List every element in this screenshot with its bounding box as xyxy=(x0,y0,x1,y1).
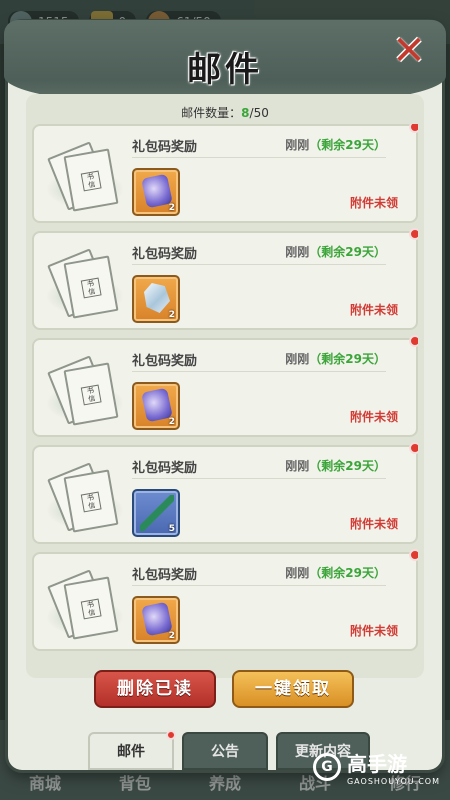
watermark-text: 高手游 xyxy=(346,752,407,776)
mail-remaining: （剩余29天） xyxy=(309,245,386,259)
attachment-slot[interactable]: 5 xyxy=(132,489,180,537)
unread-dot xyxy=(166,730,176,740)
attachment-slot[interactable]: 2 xyxy=(132,275,180,323)
attachment-qty: 2 xyxy=(168,203,175,213)
bg-nav-item: 商城 xyxy=(28,774,61,793)
unread-dot xyxy=(409,335,418,347)
mail-status: 附件未领 xyxy=(349,517,398,531)
attachment-qty: 5 xyxy=(168,524,175,534)
divider xyxy=(132,585,386,586)
unread-dot xyxy=(409,442,418,454)
mail-item[interactable]: 书信 礼包码奖励 刚刚（剩余29天） 2 附件未领 xyxy=(32,335,418,437)
watermark: G 高手游 GAOSHOUYOU.COM xyxy=(312,748,440,786)
bg-nav-item: 背包 xyxy=(118,774,151,793)
attachment-slot[interactable]: 2 xyxy=(132,596,180,644)
divider xyxy=(132,157,386,158)
mail-envelope-icon: 书信 xyxy=(46,140,126,212)
bg-nav-item: 养成 xyxy=(208,774,241,793)
mail-panel: 邮件 ✕ 邮件数量：8/50 书信 礼包码奖励 刚刚（剩余29天） 2 附件未领… xyxy=(4,20,446,770)
delete-read-button[interactable]: 删除已读 xyxy=(94,670,216,708)
mail-remaining: （剩余29天） xyxy=(309,352,386,366)
mail-remaining: （剩余29天） xyxy=(309,459,386,473)
mail-time: 刚刚（剩余29天） xyxy=(285,245,386,259)
mail-envelope-icon: 书信 xyxy=(46,568,126,640)
mail-time: 刚刚（剩余29天） xyxy=(285,352,386,366)
divider xyxy=(132,264,386,265)
tab-mail[interactable]: 邮件 xyxy=(88,730,176,770)
attachment-qty: 2 xyxy=(168,310,175,320)
divider xyxy=(132,371,386,372)
mail-envelope-icon: 书信 xyxy=(46,461,126,533)
mail-time: 刚刚（剩余29天） xyxy=(285,138,386,152)
divider xyxy=(132,478,386,479)
mail-list[interactable]: 书信 礼包码奖励 刚刚（剩余29天） 2 附件未领 书信 礼包码奖励 刚刚（剩余… xyxy=(32,124,418,672)
close-icon[interactable]: ✕ xyxy=(390,31,428,71)
mail-time: 刚刚（剩余29天） xyxy=(285,459,386,473)
watermark-sub: GAOSHOUYOU.COM xyxy=(346,777,440,786)
attachment-slot[interactable]: 2 xyxy=(132,168,180,216)
mail-status: 附件未领 xyxy=(349,624,398,638)
attachment-qty: 2 xyxy=(168,631,175,641)
mail-time: 刚刚（剩余29天） xyxy=(285,566,386,580)
mail-status: 附件未领 xyxy=(349,196,398,210)
unread-dot xyxy=(409,549,418,561)
mail-count: 邮件数量：8/50 xyxy=(26,104,424,121)
unread-dot xyxy=(409,124,418,133)
mail-count-current: 8 xyxy=(241,106,250,120)
mail-status: 附件未领 xyxy=(349,303,398,317)
mail-title: 礼包码奖励 xyxy=(132,568,198,583)
mail-title: 礼包码奖励 xyxy=(132,354,198,369)
watermark-logo-icon: G xyxy=(312,753,341,781)
mail-envelope-icon: 书信 xyxy=(46,247,126,319)
attachment-qty: 2 xyxy=(168,417,175,427)
mail-remaining: （剩余29天） xyxy=(309,138,386,152)
mail-title: 礼包码奖励 xyxy=(132,140,198,155)
tab-notice[interactable]: 公告 xyxy=(182,732,268,770)
crystal-icon xyxy=(144,283,170,313)
claim-all-button[interactable]: 一键领取 xyxy=(232,670,354,708)
mail-item[interactable]: 书信 礼包码奖励 刚刚（剩余29天） 2 附件未领 xyxy=(32,549,418,651)
unread-dot xyxy=(409,228,418,240)
mail-area: 邮件数量：8/50 书信 礼包码奖励 刚刚（剩余29天） 2 附件未领 书信 礼… xyxy=(26,94,424,678)
mail-title: 礼包码奖励 xyxy=(132,247,198,262)
mail-title: 礼包码奖励 xyxy=(132,461,198,476)
attachment-slot[interactable]: 2 xyxy=(132,382,180,430)
mail-envelope-icon: 书信 xyxy=(46,354,126,426)
mail-item[interactable]: 书信 礼包码奖励 刚刚（剩余29天） 2 附件未领 xyxy=(32,228,418,330)
mail-status: 附件未领 xyxy=(349,410,398,424)
mail-item[interactable]: 书信 礼包码奖励 刚刚（剩余29天） 2 附件未领 xyxy=(32,124,418,223)
mail-remaining: （剩余29天） xyxy=(309,566,386,580)
mail-item[interactable]: 书信 礼包码奖励 刚刚（剩余29天） 5 附件未领 xyxy=(32,442,418,544)
mail-count-max: /50 xyxy=(249,106,269,120)
mail-count-label: 邮件数量： xyxy=(181,106,242,120)
panel-title: 邮件 xyxy=(187,50,263,90)
